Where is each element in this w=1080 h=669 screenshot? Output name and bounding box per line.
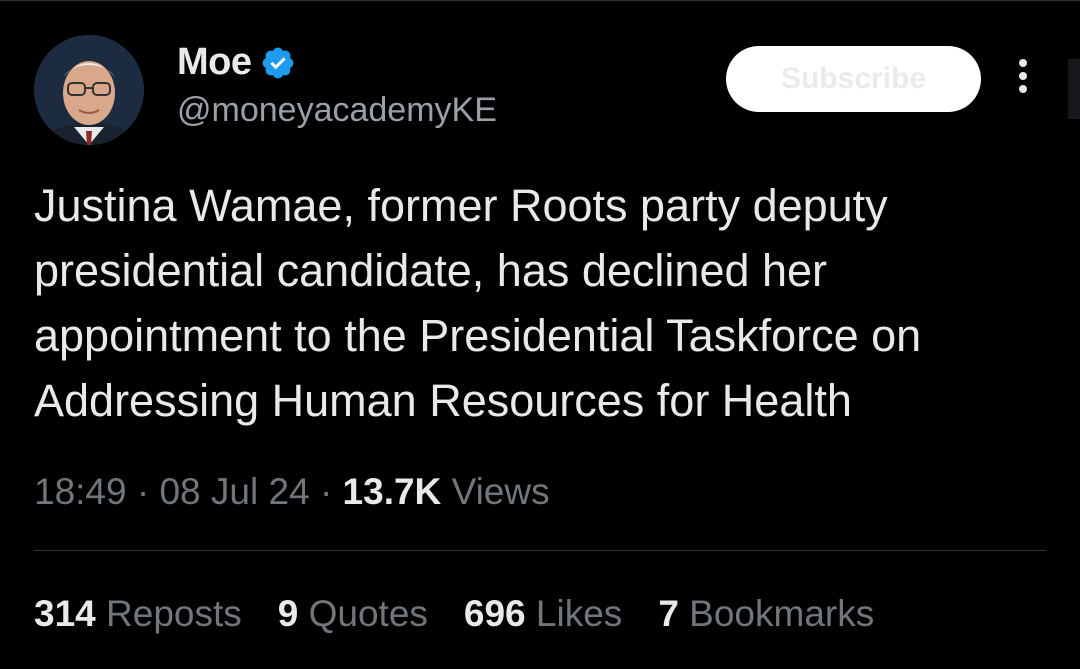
author-name[interactable]: Moe	[177, 41, 252, 84]
views-label: Views	[451, 471, 550, 512]
stat-count: 7	[658, 593, 679, 634]
stat-likes[interactable]: 696 Likes	[464, 593, 622, 635]
avatar[interactable]	[34, 35, 144, 145]
tweet-text: Justina Wamae, former Roots party deputy…	[34, 180, 922, 426]
avatar-image	[34, 35, 144, 145]
tweet-date[interactable]: 08 Jul 24	[159, 471, 309, 512]
tweet-container: Moe @moneyacademyKE Subscribe Justina Wa…	[0, 0, 1080, 669]
meta-separator: ·	[136, 471, 150, 512]
tweet-meta: 18:49 · 08 Jul 24 · 13.7K Views	[34, 471, 550, 513]
stat-label: Reposts	[106, 593, 242, 634]
stat-bookmarks[interactable]: 7 Bookmarks	[658, 593, 874, 635]
stat-label: Likes	[535, 593, 623, 634]
stat-count: 314	[34, 593, 96, 634]
more-options-icon[interactable]	[1010, 59, 1036, 101]
views-count: 13.7K	[342, 471, 442, 512]
engagement-stats: 314 Reposts 9 Quotes 696 Likes 7 Bookmar…	[34, 593, 910, 635]
stat-label: Bookmarks	[689, 593, 875, 634]
stat-quotes[interactable]: 9 Quotes	[278, 593, 428, 635]
subscribe-button[interactable]: Subscribe	[726, 46, 981, 112]
author-handle[interactable]: @moneyacademyKE	[177, 91, 497, 130]
meta-separator: ·	[319, 471, 333, 512]
stat-reposts[interactable]: 314 Reposts	[34, 593, 242, 635]
stat-count: 696	[463, 593, 526, 634]
tweet-time[interactable]: 18:49	[34, 471, 127, 512]
stat-count: 9	[277, 593, 299, 634]
stat-label: Quotes	[308, 593, 428, 634]
divider	[34, 550, 1046, 551]
edge-shadow	[1068, 59, 1080, 119]
verified-badge-icon	[262, 47, 293, 78]
author-name-row: Moe	[177, 41, 296, 84]
